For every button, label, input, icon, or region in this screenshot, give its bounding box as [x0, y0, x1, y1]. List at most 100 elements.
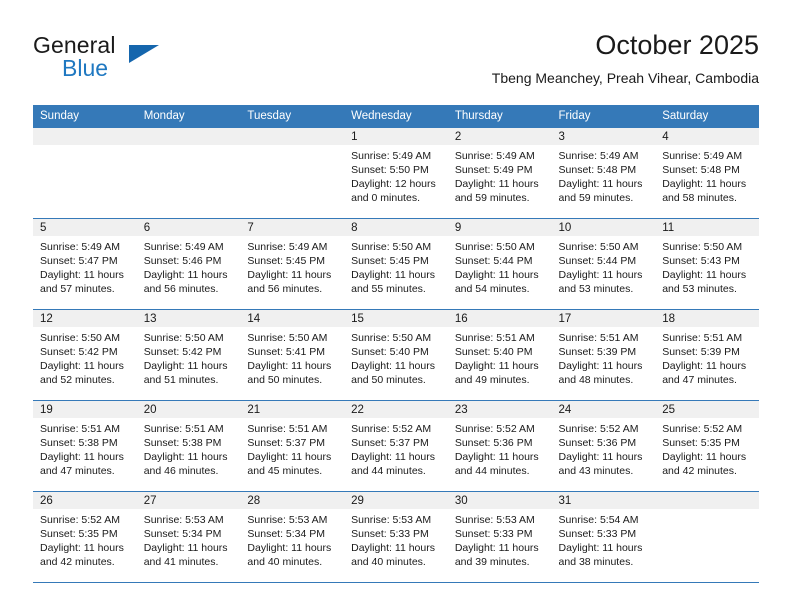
calendar-day-cell[interactable]: 16 Sunrise: 5:51 AM Sunset: 5:40 PM Dayligh… — [447, 309, 552, 401]
day-details: Sunrise: 5:53 AM Sunset: 5:34 PM Daylight:… — [137, 509, 241, 569]
calendar-day-cell[interactable]: 11 Sunrise: 5:50 AM Sunset: 5:43 PM Dayligh… — [655, 218, 759, 310]
day-number: 10 — [551, 219, 656, 236]
daylight-text: Daylight: 11 hours and 48 minutes. — [558, 360, 643, 386]
calendar-day-cell[interactable]: 25 Sunrise: 5:52 AM Sunset: 5:35 PM Dayligh… — [655, 400, 759, 492]
daylight-text: Daylight: 11 hours and 59 minutes. — [558, 178, 643, 204]
day-number: 21 — [240, 401, 345, 418]
calendar-day-cell[interactable]: 14 Sunrise: 5:50 AM Sunset: 5:41 PM Dayligh… — [240, 309, 345, 401]
sunset-text: Sunset: 5:48 PM — [558, 164, 637, 176]
day-number: 1 — [344, 128, 448, 145]
day-details: Sunrise: 5:49 AM Sunset: 5:45 PM Daylight:… — [240, 236, 344, 296]
calendar-week-row: 19 Sunrise: 5:51 AM Sunset: 5:38 PM Dayligh… — [33, 400, 759, 492]
sunset-text: Sunset: 5:36 PM — [454, 437, 533, 449]
calendar-day-cell[interactable]: 18 Sunrise: 5:51 AM Sunset: 5:39 PM Dayligh… — [655, 309, 759, 401]
daylight-text: Daylight: 11 hours and 57 minutes. — [40, 269, 124, 295]
sunset-text: Sunset: 5:33 PM — [558, 528, 637, 540]
daylight-text: Daylight: 11 hours and 52 minutes. — [40, 360, 124, 386]
calendar-day-cell[interactable]: 8 Sunrise: 5:50 AM Sunset: 5:45 PM Daylight… — [344, 218, 448, 310]
day-details: Sunrise: 5:52 AM Sunset: 5:36 PM Daylight:… — [552, 418, 656, 478]
calendar-day-cell[interactable]: 2 Sunrise: 5:49 AM Sunset: 5:49 PM Daylight… — [447, 127, 552, 219]
day-details: Sunrise: 5:49 AM Sunset: 5:49 PM Daylight:… — [448, 145, 552, 205]
calendar-body: 1 Sunrise: 5:49 AM Sunset: 5:50 PM Daylight… — [33, 127, 759, 583]
calendar-day-cell[interactable]: 17 Sunrise: 5:51 AM Sunset: 5:39 PM Dayligh… — [551, 309, 656, 401]
daylight-text: Daylight: 11 hours and 47 minutes. — [662, 360, 747, 386]
calendar-day-cell[interactable]: 19 Sunrise: 5:51 AM Sunset: 5:38 PM Dayligh… — [33, 400, 137, 492]
day-details: Sunrise: 5:51 AM Sunset: 5:38 PM Daylight:… — [33, 418, 137, 478]
day-number: 23 — [447, 401, 552, 418]
calendar-day-cell[interactable]: 27 Sunrise: 5:53 AM Sunset: 5:34 PM Dayligh… — [136, 491, 241, 583]
daylight-text: Daylight: 11 hours and 42 minutes. — [662, 451, 747, 477]
sunrise-text: Sunrise: 5:54 AM — [558, 514, 639, 526]
day-number: 18 — [655, 310, 759, 327]
daylight-text: Daylight: 11 hours and 58 minutes. — [662, 178, 747, 204]
day-details: Sunrise: 5:52 AM Sunset: 5:35 PM Daylight:… — [655, 418, 759, 478]
day-details: Sunrise: 5:53 AM Sunset: 5:34 PM Daylight:… — [240, 509, 344, 569]
day-number — [33, 128, 137, 145]
day-number: 4 — [655, 128, 759, 145]
daylight-text: Daylight: 11 hours and 56 minutes. — [247, 269, 332, 295]
sunset-text: Sunset: 5:43 PM — [662, 255, 740, 267]
sunset-text: Sunset: 5:41 PM — [247, 346, 326, 358]
brand-logo[interactable]: General Blue — [33, 32, 253, 94]
day-number: 7 — [240, 219, 345, 236]
calendar-day-cell[interactable]: 30 Sunrise: 5:53 AM Sunset: 5:33 PM Dayligh… — [447, 491, 552, 583]
day-details: Sunrise: 5:49 AM Sunset: 5:46 PM Daylight:… — [137, 236, 241, 296]
sunset-text: Sunset: 5:37 PM — [247, 437, 326, 449]
calendar-day-cell[interactable]: 9 Sunrise: 5:50 AM Sunset: 5:44 PM Daylight… — [447, 218, 552, 310]
calendar-day-cell[interactable]: 10 Sunrise: 5:50 AM Sunset: 5:44 PM Dayligh… — [551, 218, 656, 310]
calendar-day-cell[interactable]: 21 Sunrise: 5:51 AM Sunset: 5:37 PM Dayligh… — [240, 400, 345, 492]
calendar-day-cell[interactable]: 31 Sunrise: 5:54 AM Sunset: 5:33 PM Dayligh… — [551, 491, 656, 583]
calendar-day-cell[interactable]: 15 Sunrise: 5:50 AM Sunset: 5:40 PM Dayligh… — [344, 309, 448, 401]
daylight-text: Daylight: 11 hours and 44 minutes. — [454, 451, 539, 477]
daylight-text: Daylight: 11 hours and 50 minutes. — [247, 360, 332, 386]
sunrise-text: Sunrise: 5:53 AM — [143, 514, 224, 526]
sunset-text: Sunset: 5:38 PM — [40, 437, 118, 449]
calendar-day-cell[interactable]: 12 Sunrise: 5:50 AM Sunset: 5:42 PM Dayligh… — [33, 309, 137, 401]
day-number: 31 — [551, 492, 656, 509]
calendar-day-cell[interactable]: 29 Sunrise: 5:53 AM Sunset: 5:33 PM Dayligh… — [344, 491, 448, 583]
calendar-day-cell[interactable]: 22 Sunrise: 5:52 AM Sunset: 5:37 PM Dayligh… — [344, 400, 448, 492]
calendar-day-cell[interactable]: 28 Sunrise: 5:53 AM Sunset: 5:34 PM Dayligh… — [240, 491, 345, 583]
day-details: Sunrise: 5:54 AM Sunset: 5:33 PM Daylight:… — [552, 509, 656, 569]
sunset-text: Sunset: 5:50 PM — [351, 164, 429, 176]
sunrise-text: Sunrise: 5:50 AM — [351, 241, 432, 253]
daylight-text: Daylight: 11 hours and 39 minutes. — [454, 542, 539, 568]
sunset-text: Sunset: 5:34 PM — [247, 528, 326, 540]
calendar-day-cell[interactable]: 13 Sunrise: 5:50 AM Sunset: 5:42 PM Dayligh… — [136, 309, 241, 401]
calendar-day-cell[interactable]: 7 Sunrise: 5:49 AM Sunset: 5:45 PM Daylight… — [240, 218, 345, 310]
sunset-text: Sunset: 5:45 PM — [247, 255, 326, 267]
daylight-text: Daylight: 11 hours and 51 minutes. — [143, 360, 228, 386]
sunset-text: Sunset: 5:39 PM — [662, 346, 740, 358]
sunrise-text: Sunrise: 5:52 AM — [454, 423, 535, 435]
sunrise-text: Sunrise: 5:51 AM — [558, 332, 639, 344]
calendar-day-cell[interactable]: 4 Sunrise: 5:49 AM Sunset: 5:48 PM Daylight… — [655, 127, 759, 219]
day-details: Sunrise: 5:50 AM Sunset: 5:45 PM Daylight:… — [344, 236, 448, 296]
daylight-text: Daylight: 11 hours and 49 minutes. — [454, 360, 539, 386]
daylight-text: Daylight: 11 hours and 46 minutes. — [143, 451, 228, 477]
calendar-day-cell[interactable]: 26 Sunrise: 5:52 AM Sunset: 5:35 PM Dayligh… — [33, 491, 137, 583]
day-details: Sunrise: 5:50 AM Sunset: 5:41 PM Daylight:… — [240, 327, 344, 387]
calendar-grid: Sunday Monday Tuesday Wednesday Thursday… — [33, 105, 759, 583]
sunrise-text: Sunrise: 5:52 AM — [662, 423, 743, 435]
daylight-text: Daylight: 11 hours and 44 minutes. — [351, 451, 435, 477]
daylight-text: Daylight: 12 hours and 0 minutes. — [351, 178, 436, 204]
day-number: 20 — [136, 401, 241, 418]
sunset-text: Sunset: 5:46 PM — [143, 255, 222, 267]
calendar-day-cell[interactable]: 1 Sunrise: 5:49 AM Sunset: 5:50 PM Daylight… — [344, 127, 448, 219]
calendar-day-cell[interactable]: 24 Sunrise: 5:52 AM Sunset: 5:36 PM Dayligh… — [551, 400, 656, 492]
day-details: Sunrise: 5:51 AM Sunset: 5:39 PM Daylight:… — [552, 327, 656, 387]
calendar-day-cell[interactable]: 23 Sunrise: 5:52 AM Sunset: 5:36 PM Dayligh… — [447, 400, 552, 492]
calendar-day-cell[interactable]: 3 Sunrise: 5:49 AM Sunset: 5:48 PM Daylight… — [551, 127, 656, 219]
calendar-week-row: 1 Sunrise: 5:49 AM Sunset: 5:50 PM Daylight… — [33, 127, 759, 219]
calendar-day-cell[interactable]: 5 Sunrise: 5:49 AM Sunset: 5:47 PM Daylight… — [33, 218, 137, 310]
weekday-header-sunday: Sunday — [33, 105, 137, 128]
sunset-text: Sunset: 5:39 PM — [558, 346, 637, 358]
daylight-text: Daylight: 11 hours and 50 minutes. — [351, 360, 435, 386]
day-number: 29 — [344, 492, 448, 509]
day-details: Sunrise: 5:51 AM Sunset: 5:39 PM Daylight:… — [655, 327, 759, 387]
calendar-day-cell[interactable]: 6 Sunrise: 5:49 AM Sunset: 5:46 PM Daylight… — [136, 218, 241, 310]
calendar-day-cell[interactable]: 20 Sunrise: 5:51 AM Sunset: 5:38 PM Dayligh… — [136, 400, 241, 492]
sunrise-text: Sunrise: 5:49 AM — [143, 241, 224, 253]
weekday-header-friday: Friday — [551, 105, 656, 128]
daylight-text: Daylight: 11 hours and 54 minutes. — [454, 269, 539, 295]
